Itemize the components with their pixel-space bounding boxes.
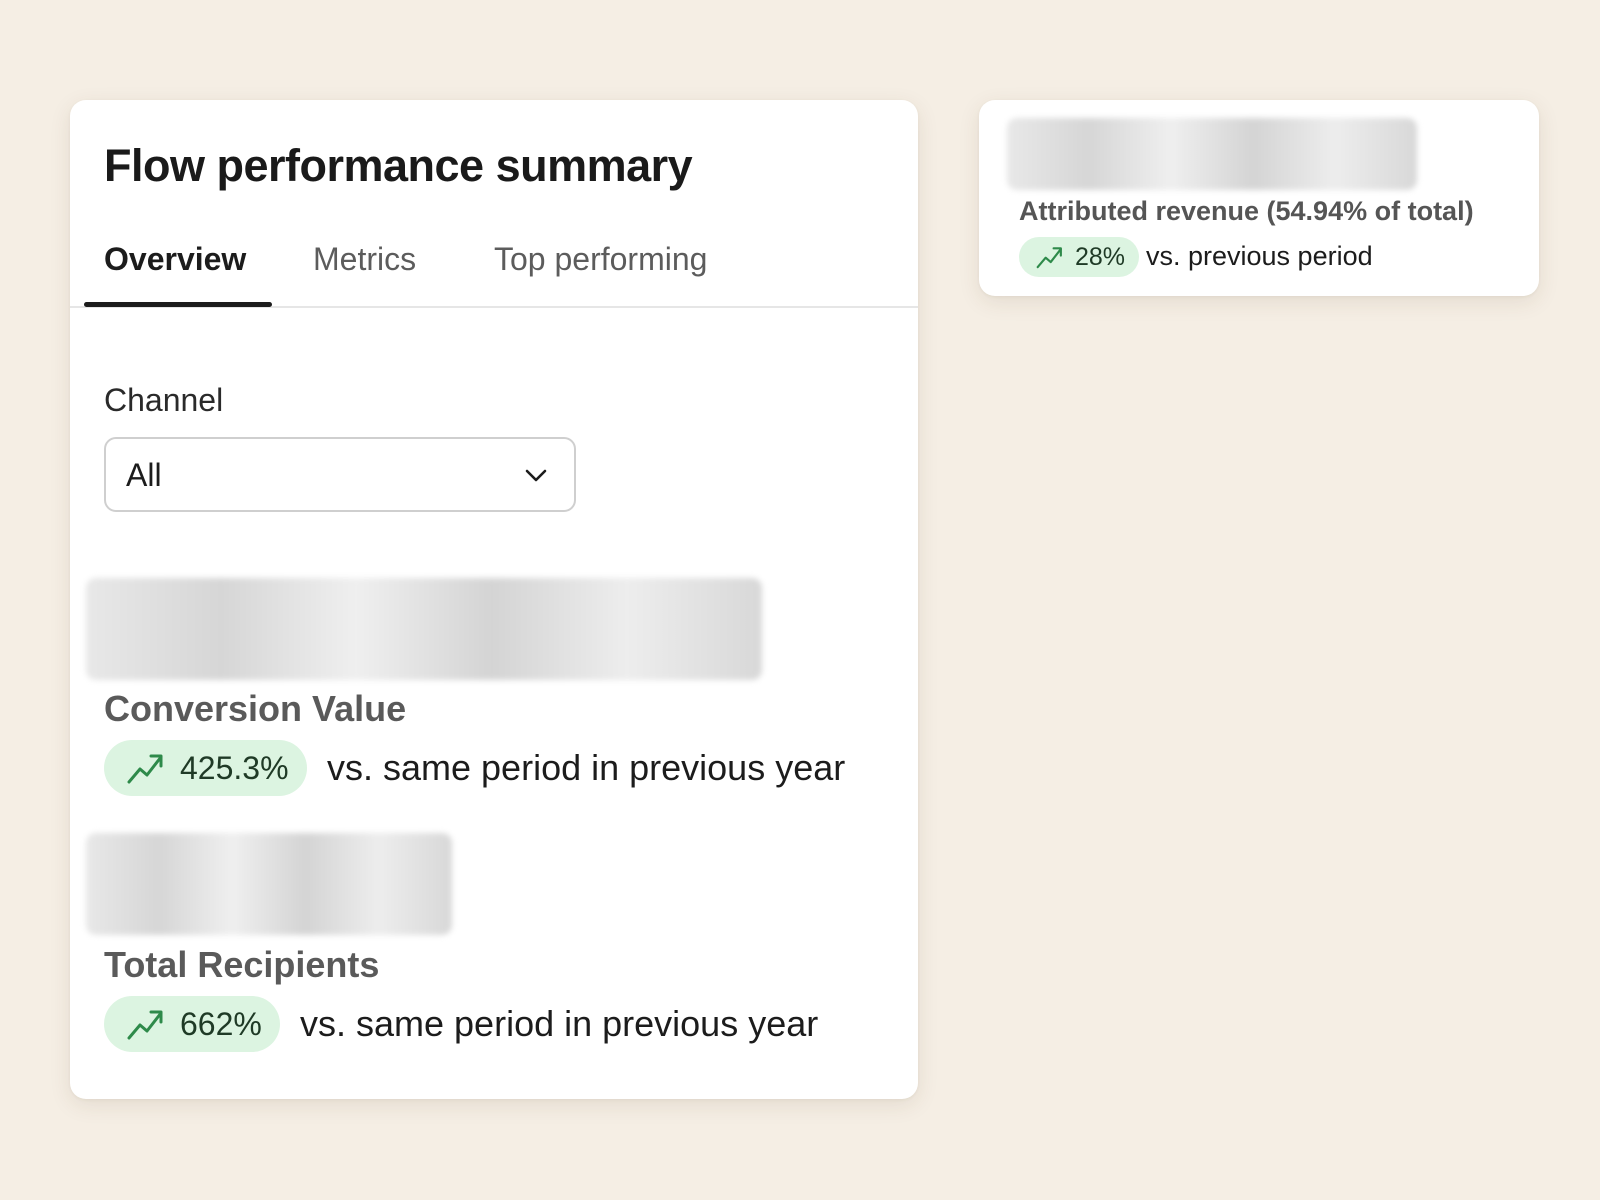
trend-up-icon — [1036, 247, 1062, 269]
recipients-change-badge: 662% — [104, 996, 280, 1052]
conversion-value-redacted — [86, 578, 762, 680]
trend-up-icon — [127, 1010, 163, 1040]
attributed-revenue-comparison-text: vs. previous period — [1146, 241, 1373, 271]
attributed-revenue-label: Attributed revenue (54.94% of total) — [1019, 196, 1474, 226]
total-recipients-label: Total Recipients — [104, 944, 380, 985]
tab-overview[interactable]: Overview — [104, 241, 246, 278]
channel-label: Channel — [104, 382, 224, 418]
channel-selected-value: All — [126, 457, 162, 493]
conversion-comparison-text: vs. same period in previous year — [327, 747, 846, 788]
total-recipients-redacted — [86, 833, 452, 935]
conversion-change-value: 425.3% — [180, 749, 289, 786]
conversion-value-label: Conversion Value — [104, 688, 407, 729]
recipients-comparison-text: vs. same period in previous year — [300, 1003, 819, 1044]
attributed-revenue-card: Attributed revenue (54.94% of total) 28%… — [979, 100, 1539, 296]
recipients-change-value: 662% — [180, 1005, 262, 1042]
attributed-revenue-change-badge: 28% — [1019, 237, 1140, 277]
tab-top-performing[interactable]: Top performing — [494, 241, 707, 278]
flow-performance-card: Flow performance summary Overview Metric… — [70, 100, 918, 1099]
chevron-down-icon — [525, 469, 547, 482]
channel-select[interactable]: All — [104, 437, 576, 512]
active-tab-indicator — [84, 302, 272, 307]
tab-metrics[interactable]: Metrics — [313, 241, 416, 278]
conversion-change-badge: 425.3% — [104, 740, 307, 796]
card-title: Flow performance summary — [104, 140, 693, 191]
attributed-revenue-change-value: 28% — [1075, 242, 1126, 271]
attributed-revenue-redacted — [1007, 118, 1417, 190]
trend-up-icon — [127, 754, 163, 784]
